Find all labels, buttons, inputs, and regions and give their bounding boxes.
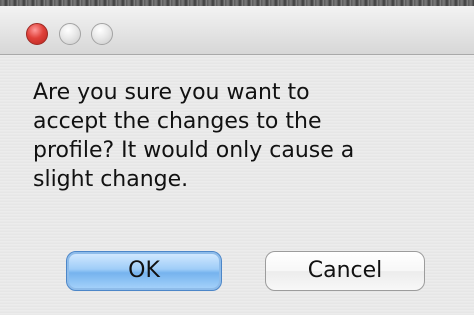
- cancel-button[interactable]: Cancel: [265, 251, 425, 291]
- dialog-content: Are you sure you want to accept the chan…: [0, 55, 474, 315]
- dialog-message: Are you sure you want to accept the chan…: [33, 78, 453, 194]
- message-line: slight change.: [33, 167, 189, 192]
- minimize-icon[interactable]: [59, 23, 81, 45]
- zoom-icon[interactable]: [91, 23, 113, 45]
- ok-button[interactable]: OK: [66, 251, 222, 291]
- title-bar: [0, 6, 474, 55]
- close-icon[interactable]: [26, 23, 48, 45]
- message-line: profile? It would only cause a: [33, 138, 355, 163]
- message-line: accept the changes to the: [33, 109, 322, 134]
- alert-dialog-window: Are you sure you want to accept the chan…: [0, 0, 474, 315]
- message-line: Are you sure you want to: [33, 80, 310, 105]
